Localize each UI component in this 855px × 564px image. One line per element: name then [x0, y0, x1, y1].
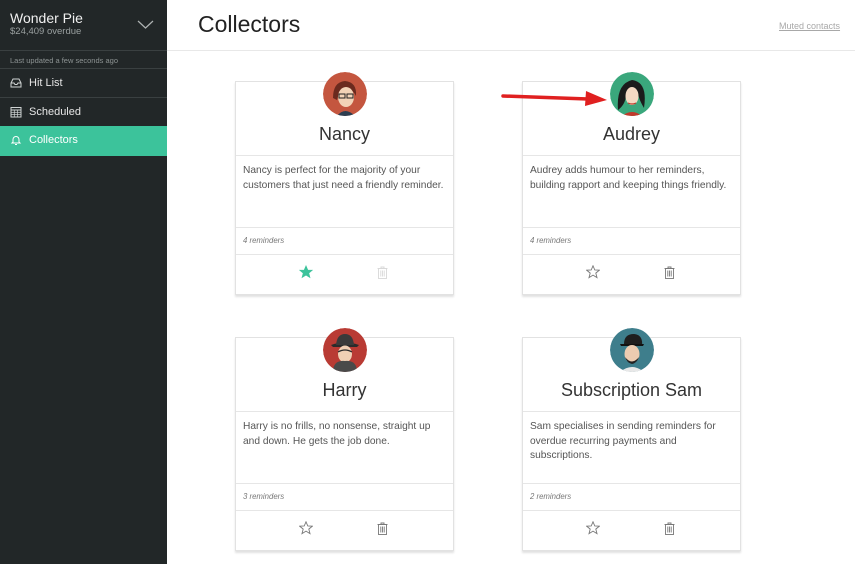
divider: [523, 155, 740, 156]
divider: [236, 411, 453, 412]
avatar: [610, 328, 654, 372]
divider: [236, 155, 453, 156]
sidebar: Wonder Pie $24,409 overdue Last updated …: [0, 0, 167, 564]
divider: [236, 254, 453, 255]
sidebar-item-label: Hit List: [29, 77, 63, 89]
inbox-icon: [10, 78, 22, 88]
last-updated: Last updated a few seconds ago: [10, 56, 118, 65]
divider: [236, 483, 453, 484]
header-divider: [167, 50, 855, 51]
collector-description: Audrey adds humour to her reminders, bui…: [530, 165, 727, 191]
page-title: Collectors: [198, 11, 301, 37]
trash-icon[interactable]: [664, 266, 675, 279]
reminder-count: 2 reminders: [530, 492, 572, 501]
trash-icon[interactable]: [664, 522, 675, 535]
annotation-arrow-icon: [501, 91, 607, 106]
collector-description: Harry is no frills, no nonsense, straigh…: [243, 421, 431, 447]
collector-name: Nancy: [318, 124, 371, 144]
collector-card-nancy[interactable]: Nancy Nancy is perfect for the majority …: [235, 72, 454, 295]
collector-name: Harry: [322, 380, 367, 400]
divider: [523, 510, 740, 511]
collector-description: Sam specialises in sending reminders for…: [530, 421, 716, 461]
sidebar-item-scheduled[interactable]: Scheduled: [0, 97, 167, 126]
collector-description: Nancy is perfect for the majority of you…: [243, 165, 444, 191]
sidebar-item-hit-list[interactable]: Hit List: [0, 68, 167, 97]
sidebar-item-collectors[interactable]: Collectors: [0, 126, 167, 156]
collector-name: Audrey: [602, 124, 661, 144]
star-outline-icon[interactable]: [586, 265, 600, 279]
divider: [523, 254, 740, 255]
avatar: [323, 72, 367, 116]
chevron-down-icon: [137, 20, 154, 29]
muted-contacts-link[interactable]: Muted contacts: [779, 21, 840, 31]
reminder-count: 4 reminders: [243, 236, 285, 245]
org-overdue: $24,409 overdue: [10, 26, 82, 37]
collector-card-subscription-sam[interactable]: Subscription Sam Sam specialises in send…: [522, 328, 741, 551]
star-outline-icon[interactable]: [586, 521, 600, 535]
calendar-icon: [10, 107, 22, 118]
divider: [523, 227, 740, 228]
divider: [523, 411, 740, 412]
bell-icon: [10, 136, 22, 145]
divider: [523, 483, 740, 484]
divider: [236, 227, 453, 228]
star-icon[interactable]: [299, 265, 313, 279]
avatar: [323, 328, 367, 372]
avatar: [610, 72, 654, 116]
collector-name: Subscription Sam: [560, 380, 703, 400]
sidebar-item-label: Scheduled: [29, 106, 81, 118]
collector-card-harry[interactable]: Harry Harry is no frills, no nonsense, s…: [235, 328, 454, 551]
reminder-count: 3 reminders: [243, 492, 285, 501]
trash-icon[interactable]: [377, 522, 388, 535]
org-name: Wonder Pie: [10, 10, 83, 26]
trash-icon[interactable]: [377, 266, 388, 279]
collector-card-audrey[interactable]: Audrey Audrey adds humour to her reminde…: [522, 72, 741, 295]
reminder-count: 4 reminders: [530, 236, 572, 245]
sidebar-item-label: Collectors: [29, 134, 78, 146]
divider: [236, 510, 453, 511]
star-outline-icon[interactable]: [299, 521, 313, 535]
org-switcher[interactable]: Wonder Pie $24,409 overdue: [0, 0, 167, 51]
